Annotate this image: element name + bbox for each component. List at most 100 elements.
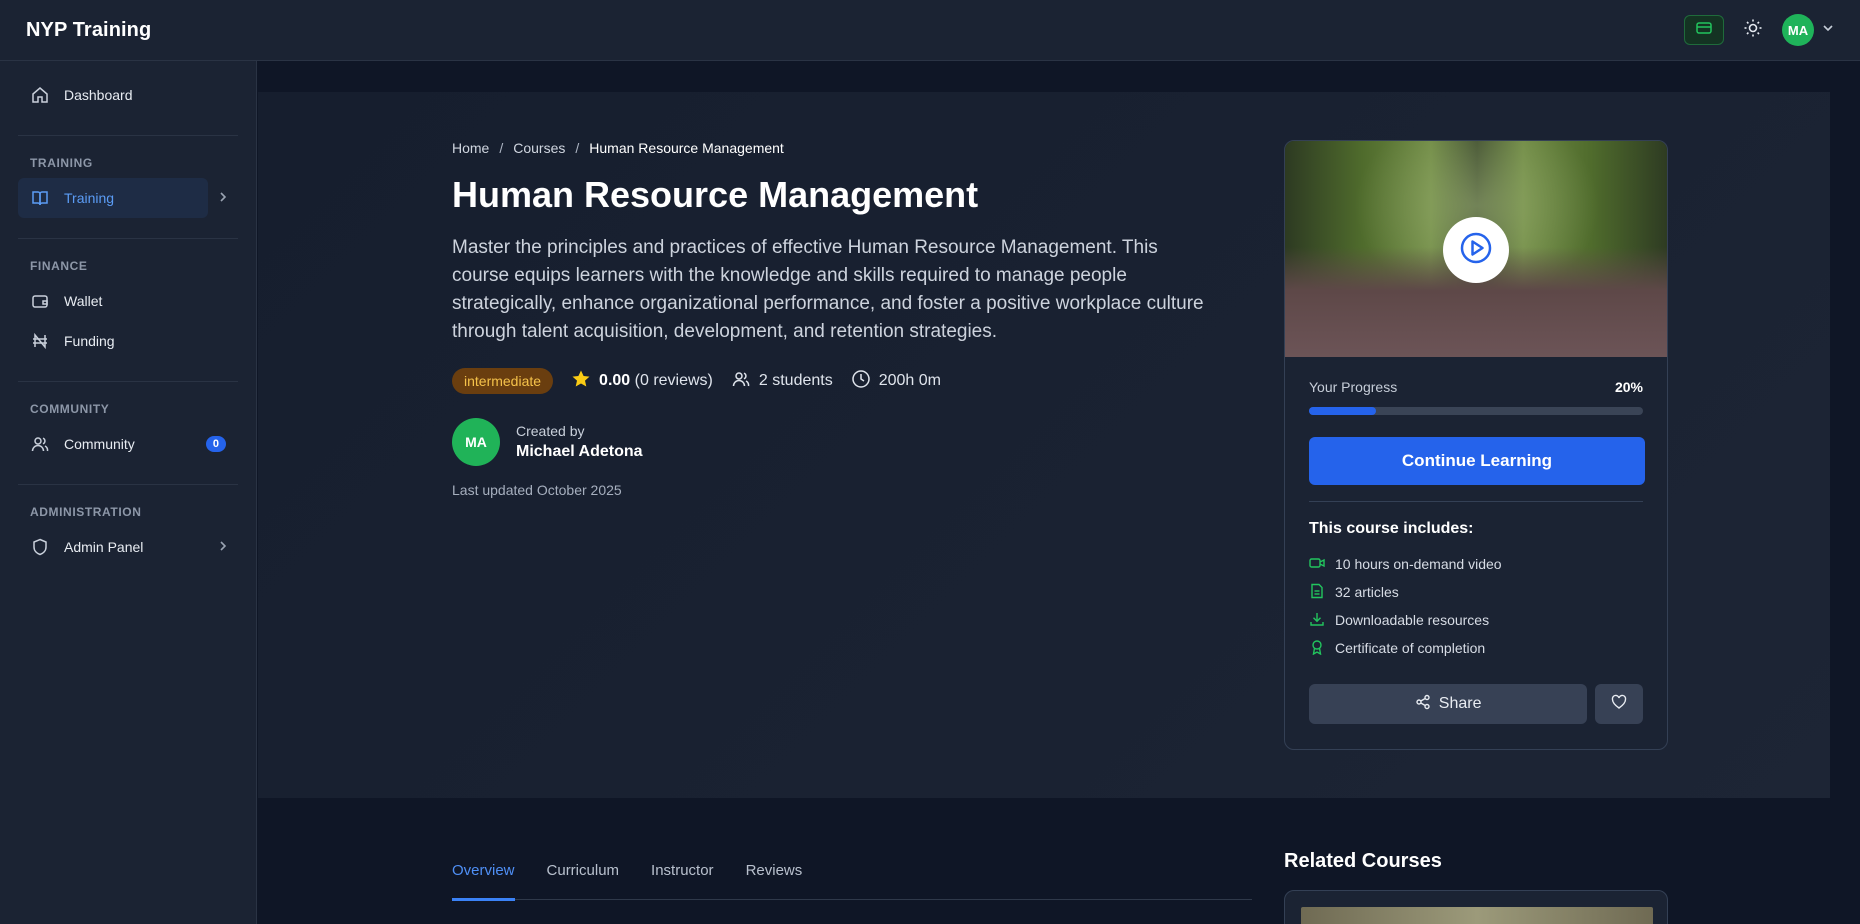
play-preview-button[interactable] bbox=[1443, 217, 1509, 283]
play-circle-icon bbox=[1459, 231, 1493, 270]
progress-label: Your Progress bbox=[1309, 379, 1398, 395]
course-meta: intermediate 0.00 (0 reviews) 2 students… bbox=[452, 368, 1212, 394]
breadcrumb-current: Human Resource Management bbox=[589, 140, 784, 156]
list-item: 32 articles bbox=[1309, 578, 1643, 606]
section-title-community: COMMUNITY bbox=[30, 402, 110, 416]
breadcrumb-home[interactable]: Home bbox=[452, 140, 489, 156]
download-icon bbox=[1309, 611, 1325, 630]
include-label: Certificate of completion bbox=[1335, 640, 1486, 656]
favorite-button[interactable] bbox=[1595, 684, 1643, 724]
section-title-administration: ADMINISTRATION bbox=[30, 505, 142, 519]
sidebar-item-training[interactable]: Training bbox=[18, 178, 227, 218]
sidebar-item-wallet[interactable]: Wallet bbox=[18, 281, 238, 321]
course-enrollment-card: Your Progress 20% Continue Learning This… bbox=[1284, 140, 1668, 750]
page-title: Human Resource Management bbox=[452, 174, 979, 215]
book-icon bbox=[30, 188, 50, 208]
related-courses-title: Related Courses bbox=[1284, 850, 1442, 872]
include-label: 10 hours on-demand video bbox=[1335, 556, 1502, 572]
sidebar-item-label: Dashboard bbox=[64, 87, 133, 103]
includes-title: This course includes: bbox=[1309, 520, 1474, 537]
users-icon bbox=[30, 434, 50, 454]
creator-label: Created by bbox=[516, 423, 585, 439]
includes-list: 10 hours on-demand video 32 articles Dow… bbox=[1309, 550, 1643, 662]
tab-overview[interactable]: Overview bbox=[452, 860, 515, 901]
creator-name[interactable]: Michael Adetona bbox=[516, 443, 643, 461]
wallet-icon bbox=[30, 291, 50, 311]
progress-percent: 20% bbox=[1614, 379, 1643, 395]
top-bar: NYP Training MA bbox=[0, 0, 1860, 61]
progress-fill bbox=[1309, 407, 1376, 415]
sidebar-item-label: Funding bbox=[64, 333, 115, 349]
sidebar-divider bbox=[18, 381, 238, 382]
file-text-icon bbox=[1309, 583, 1325, 602]
heart-icon bbox=[1611, 694, 1627, 715]
sidebar-item-community[interactable]: Community 0 bbox=[18, 424, 238, 464]
sidebar-item-label: Admin Panel bbox=[64, 539, 144, 555]
tab-instructor[interactable]: Instructor bbox=[651, 860, 714, 900]
sidebar-item-admin-panel[interactable]: Admin Panel bbox=[18, 527, 227, 567]
share-button[interactable]: Share bbox=[1309, 684, 1588, 724]
creator-avatar: MA bbox=[452, 418, 500, 466]
notification-badge: 0 bbox=[205, 436, 226, 452]
breadcrumb-courses[interactable]: Courses bbox=[513, 140, 565, 156]
users-icon bbox=[731, 370, 751, 393]
naira-icon bbox=[30, 331, 50, 351]
list-item: 10 hours on-demand video bbox=[1309, 550, 1643, 578]
wallet-card-button[interactable] bbox=[1684, 15, 1724, 45]
sidebar-item-label: Community bbox=[64, 436, 135, 452]
breadcrumb: Home / Courses / Human Resource Manageme… bbox=[452, 140, 1212, 156]
video-icon bbox=[1309, 556, 1325, 573]
star-icon bbox=[571, 369, 591, 394]
share-label: Share bbox=[1438, 695, 1482, 712]
app-title[interactable]: NYP Training bbox=[26, 19, 151, 42]
breadcrumb-separator: / bbox=[499, 140, 504, 156]
course-creator: MA Created by Michael Adetona bbox=[452, 418, 1212, 466]
sidebar-item-funding[interactable]: Funding bbox=[18, 321, 238, 361]
include-label: Downloadable resources bbox=[1335, 612, 1490, 628]
sidebar: Dashboard TRAINING Training FINANCE Wall… bbox=[0, 61, 257, 924]
chevron-right-icon bbox=[218, 190, 228, 206]
tab-reviews[interactable]: Reviews bbox=[746, 860, 803, 900]
review-count: (0 reviews) bbox=[634, 372, 713, 389]
course-duration: 200h 0m bbox=[851, 369, 941, 394]
card-divider bbox=[1309, 501, 1643, 502]
continue-learning-button[interactable]: Continue Learning bbox=[1309, 437, 1645, 485]
progress-header: Your Progress 20% bbox=[1309, 379, 1643, 395]
card-body: Your Progress 20% Continue Learning This… bbox=[1285, 357, 1667, 746]
rating-value: 0.00 bbox=[599, 372, 631, 389]
course-description: Master the principles and practices of e… bbox=[452, 237, 1204, 342]
section-title-training: TRAINING bbox=[30, 156, 93, 170]
clock-icon bbox=[851, 369, 871, 394]
course-tabs: Overview Curriculum Instructor Reviews bbox=[452, 860, 1252, 901]
card-actions: Share bbox=[1309, 684, 1643, 724]
rating: 0.00 (0 reviews) bbox=[571, 369, 713, 394]
sidebar-item-label: Training bbox=[64, 190, 115, 206]
sidebar-item-dashboard[interactable]: Dashboard bbox=[18, 75, 238, 115]
sidebar-divider bbox=[18, 484, 238, 485]
avatar[interactable]: MA bbox=[1782, 14, 1814, 46]
chevron-down-icon bbox=[1822, 21, 1834, 39]
course-thumbnail[interactable] bbox=[1285, 141, 1667, 357]
sidebar-divider bbox=[18, 238, 238, 239]
user-menu[interactable]: MA bbox=[1782, 14, 1834, 46]
home-icon bbox=[30, 85, 50, 105]
last-updated: Last updated October 2025 bbox=[452, 482, 622, 498]
sidebar-divider bbox=[18, 135, 238, 136]
list-item: Certificate of completion bbox=[1309, 634, 1643, 662]
theme-toggle-button[interactable] bbox=[1738, 15, 1768, 45]
tab-curriculum[interactable]: Curriculum bbox=[547, 860, 620, 900]
student-count: 2 students bbox=[731, 370, 833, 393]
students-text: 2 students bbox=[758, 372, 833, 389]
chevron-right-icon bbox=[218, 539, 228, 555]
share-icon bbox=[1415, 694, 1431, 715]
related-course-card[interactable] bbox=[1284, 890, 1668, 924]
related-course-thumbnail bbox=[1301, 907, 1653, 924]
progress-bar bbox=[1309, 407, 1643, 415]
shield-icon bbox=[30, 537, 50, 557]
include-label: 32 articles bbox=[1335, 584, 1399, 600]
level-badge: intermediate bbox=[452, 368, 554, 394]
duration-text: 200h 0m bbox=[878, 372, 941, 389]
course-info: Home / Courses / Human Resource Manageme… bbox=[452, 140, 1212, 498]
top-actions: MA bbox=[1684, 14, 1834, 46]
award-icon bbox=[1309, 639, 1325, 658]
